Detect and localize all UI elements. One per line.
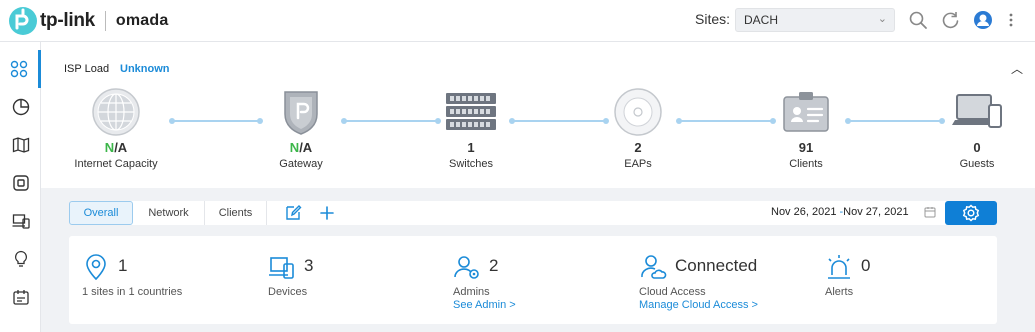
logo[interactable]: tp-link omada [8,6,168,36]
stat-label: 1 sites in 1 countries [82,286,183,298]
switch-icon [446,93,496,130]
date-end: Nov 27, 2021 [843,206,909,218]
top-bar: tp-link omada Sites: DACH ⌄ [0,0,1035,42]
tab-network[interactable]: Network [133,201,205,225]
product-name: omada [115,12,169,29]
topology-node-clients[interactable]: 91 Clients [751,86,861,170]
stat-label: Alerts [825,286,854,298]
node-label: Gateway [279,158,323,170]
logo-text: tp-link [40,10,95,31]
sidebar-item-devices[interactable] [0,164,41,202]
gateway-shield-icon [284,91,318,135]
site-selector[interactable]: DACH ⌄ [735,8,895,32]
collapse-chevron-up-icon[interactable]: ︿ [1011,60,1023,77]
date-range-picker[interactable]: Nov 26, 2021 -Nov 27, 2021 [771,206,909,218]
user-avatar-icon[interactable] [973,10,993,30]
sidebar-item-clients[interactable] [0,202,41,240]
network-topology-panel: ISP Load Unknown ︿ N/A Internet Capacity… [41,42,1035,188]
alarm-light-icon [828,255,850,279]
access-point-icon [614,88,662,136]
node-label: Switches [448,158,494,170]
dashboard-grid-icon [10,60,28,78]
node-value-prefix: N [289,140,300,155]
sidebar-item-insights[interactable] [0,240,41,278]
topology-node-gateway[interactable]: N/A Gateway [246,86,356,170]
calendar-icon[interactable] [924,206,936,218]
topology-node-internet[interactable]: N/A Internet Capacity [61,86,171,170]
sidebar-item-statistics[interactable] [0,88,41,126]
refresh-icon[interactable] [941,10,961,30]
stat-value: 1 [118,256,128,275]
sidebar-item-logs[interactable] [0,278,41,316]
logs-icon [12,290,29,305]
sidebar-item-map[interactable] [0,126,41,164]
edit-icon[interactable] [284,204,302,222]
stat-label: Cloud Access [639,286,706,298]
stat-label: Admins [453,286,490,298]
node-value: 0 [973,140,981,155]
stat-label: Devices [268,286,308,298]
stat-value: 0 [861,256,871,275]
logo-divider [104,11,106,31]
isp-load-label: ISP Load [64,63,110,75]
node-label: Clients [789,158,823,170]
overview-stats-panel: 1 1 sites in 1 countries 3 Devices 2 Adm… [69,236,997,324]
sidebar-item-dashboard[interactable] [0,50,41,88]
node-value: 1 [467,140,475,155]
stat-value: 3 [304,256,314,275]
node-label: Guests [959,158,995,170]
tab-clients[interactable]: Clients [205,201,267,225]
topology-node-switches[interactable]: 1 Switches [416,86,526,170]
globe-icon [92,88,140,136]
date-start: Nov 26, 2021 [771,206,837,218]
stat-value: 2 [489,256,499,275]
more-menu-icon[interactable] [1006,10,1016,30]
devices-icon [269,257,294,279]
gear-icon [962,204,980,222]
statistics-pie-icon [12,98,29,116]
chevron-down-icon: ⌄ [877,13,887,25]
tp-link-logo-icon [9,7,37,35]
node-value-prefix: N [104,140,115,155]
devices-icon [12,175,29,191]
laptop-phone-icon [952,94,1002,128]
node-value: /A [114,140,128,155]
location-pin-icon [86,254,106,281]
insights-bulb-icon [14,250,27,267]
dashboard-settings-button[interactable] [945,201,997,225]
tab-overall[interactable]: Overall [69,201,133,225]
node-value: 91 [798,140,814,155]
sidebar [0,42,41,332]
add-icon[interactable] [318,204,336,222]
stat-value: Connected [675,256,758,275]
isp-load-value[interactable]: Unknown [120,63,170,75]
cloud-user-icon [641,255,667,279]
map-icon [12,137,29,153]
topology-node-eaps[interactable]: 2 EAPs [583,86,693,170]
sites-label: Sites: [695,11,731,27]
admins-icon [454,256,479,279]
site-selected-value: DACH [744,13,779,27]
see-admin-link[interactable]: See Admin > [453,299,516,311]
clients-icon [12,214,30,229]
node-label: EAPs [624,158,652,170]
node-label: Internet Capacity [74,158,158,170]
dashboard-tab-bar: Overall Network Clients Nov 26, 2021 -No… [69,201,997,225]
client-card-icon [783,92,829,132]
manage-cloud-access-link[interactable]: Manage Cloud Access > [639,299,758,311]
node-value: 2 [634,140,642,155]
topology-node-guests[interactable]: 0 Guests [922,86,1032,170]
node-value: /A [299,140,313,155]
search-icon[interactable] [908,10,928,30]
